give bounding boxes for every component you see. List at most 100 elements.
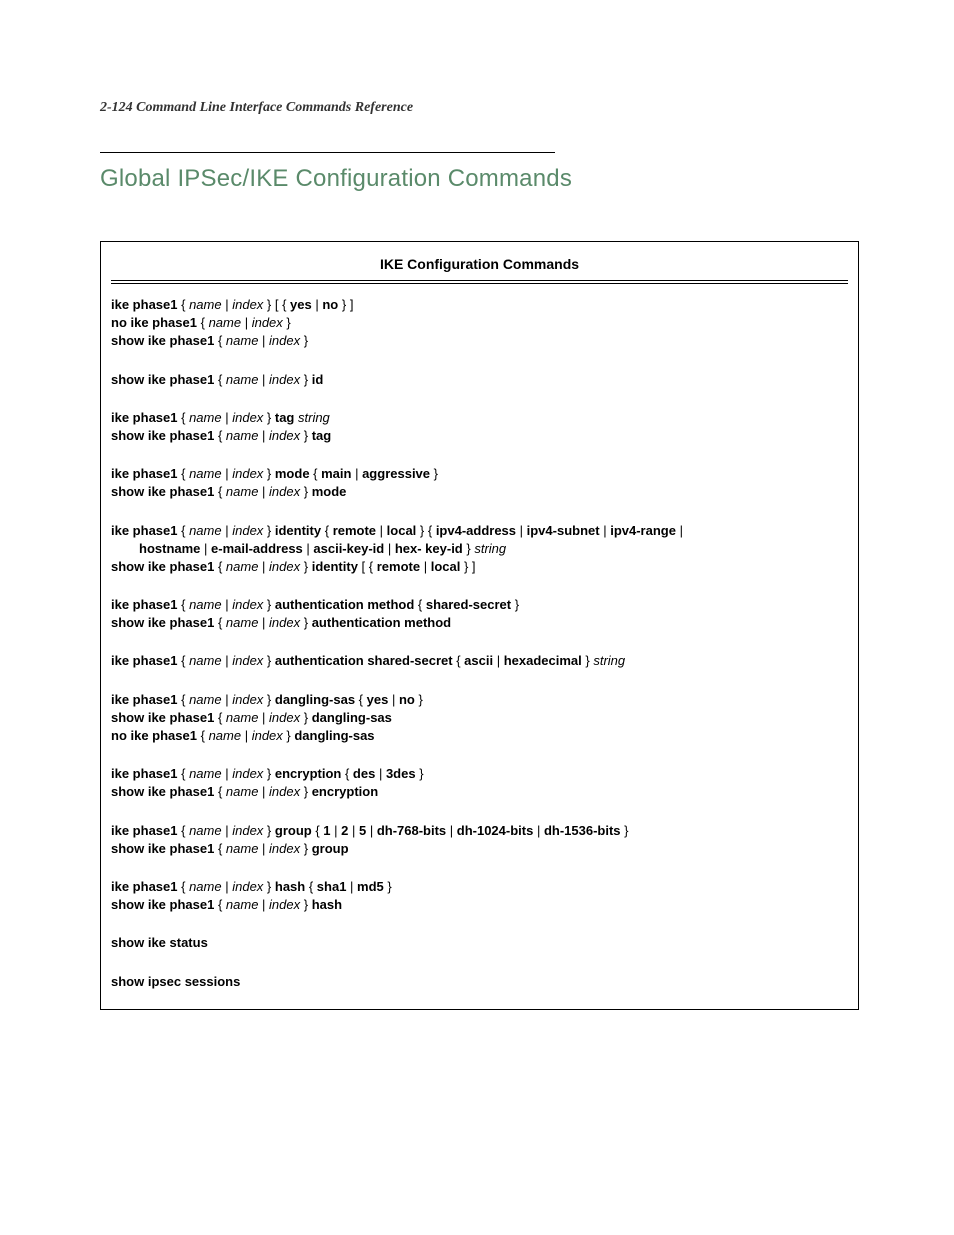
variable: name	[209, 728, 242, 743]
blocks-container: ike phase1 { name | index } [ { yes | no…	[111, 296, 848, 991]
text: } {	[416, 523, 436, 538]
text: {	[312, 823, 324, 838]
keyword: ike phase1	[111, 410, 178, 425]
variable: name	[226, 897, 259, 912]
text: }	[300, 897, 312, 912]
text: {	[197, 728, 209, 743]
text: |	[346, 879, 357, 894]
command-block: ike phase1 { name | index } encryption {…	[111, 765, 848, 801]
commands-box: IKE Configuration Commands ike phase1 { …	[100, 241, 859, 1010]
command-block: ike phase1 { name | index } dangling-sas…	[111, 691, 848, 746]
text: }	[263, 692, 275, 707]
text: {	[214, 428, 226, 443]
text: {	[341, 766, 353, 781]
command-line: show ike phase1 { name | index } mode	[111, 483, 848, 501]
command-block: ike phase1 { name | index } [ { yes | no…	[111, 296, 848, 351]
text: {	[214, 333, 226, 348]
text: |	[258, 841, 269, 856]
text: |	[222, 823, 233, 838]
text: |	[222, 692, 233, 707]
text: }	[300, 710, 312, 725]
text: |	[241, 315, 252, 330]
text: }	[300, 372, 312, 387]
variable: name	[189, 653, 222, 668]
section-title: Global IPSec/IKE Configuration Commands	[100, 165, 859, 193]
variable: string	[298, 410, 330, 425]
text: {	[214, 615, 226, 630]
command-line: show ike phase1 { name | index } encrypt…	[111, 783, 848, 801]
variable: index	[232, 823, 263, 838]
page-header: 2-124 Command Line Interface Commands Re…	[100, 100, 859, 116]
text: |	[348, 823, 359, 838]
text: {	[305, 879, 317, 894]
keyword: ipv4-range	[610, 523, 676, 538]
command-line: ike phase1 { name | index } identity { r…	[111, 522, 848, 540]
keyword: show ike phase1	[111, 897, 214, 912]
text: |	[222, 766, 233, 781]
keyword: ike phase1	[111, 823, 178, 838]
variable: index	[232, 597, 263, 612]
text: |	[258, 484, 269, 499]
keyword: show ike phase1	[111, 484, 214, 499]
variable: index	[252, 728, 283, 743]
keyword: id	[312, 372, 324, 387]
keyword: show ike phase1	[111, 372, 214, 387]
text: |	[376, 523, 387, 538]
variable: index	[232, 879, 263, 894]
text: }	[582, 653, 594, 668]
text: }	[300, 428, 312, 443]
text: {	[178, 766, 190, 781]
keyword: remote	[333, 523, 376, 538]
keyword: dh-1536-bits	[544, 823, 621, 838]
variable: index	[232, 410, 263, 425]
variable: name	[209, 315, 242, 330]
text: |	[258, 372, 269, 387]
text: }	[300, 615, 312, 630]
command-block: show ike phase1 { name | index } id	[111, 371, 848, 389]
text: |	[676, 523, 683, 538]
keyword: show ike status	[111, 935, 208, 950]
keyword: main	[321, 466, 351, 481]
command-line: no ike phase1 { name | index }	[111, 314, 848, 332]
keyword: show ike phase1	[111, 559, 214, 574]
command-line: show ike phase1 { name | index } tag	[111, 427, 848, 445]
keyword: dangling-sas	[312, 710, 392, 725]
command-block: ike phase1 { name | index } identity { r…	[111, 522, 848, 577]
text: }	[263, 410, 275, 425]
text: |	[258, 559, 269, 574]
keyword: no	[322, 297, 338, 312]
keyword: encryption	[312, 784, 378, 799]
keyword: show ipsec sessions	[111, 974, 240, 989]
command-line: show ike phase1 { name | index } authent…	[111, 614, 848, 632]
keyword: ascii-key-id	[313, 541, 384, 556]
text: |	[258, 428, 269, 443]
command-block: ike phase1 { name | index } hash { sha1 …	[111, 878, 848, 914]
text: } ]	[338, 297, 353, 312]
text: }	[300, 484, 312, 499]
keyword: yes	[290, 297, 312, 312]
text: }	[430, 466, 438, 481]
text: }	[263, 823, 275, 838]
command-block: ike phase1 { name | index } group { 1 | …	[111, 822, 848, 858]
variable: name	[226, 372, 259, 387]
command-line: show ipsec sessions	[111, 973, 848, 991]
text: {	[310, 466, 322, 481]
text: {	[178, 692, 190, 707]
box-title: IKE Configuration Commands	[111, 256, 848, 272]
text: {	[214, 710, 226, 725]
variable: name	[189, 523, 222, 538]
variable: index	[269, 710, 300, 725]
keyword: dh-1024-bits	[457, 823, 534, 838]
keyword: ascii	[464, 653, 493, 668]
variable: index	[269, 841, 300, 856]
variable: name	[189, 297, 222, 312]
text: |	[222, 410, 233, 425]
keyword: encryption	[275, 766, 341, 781]
document-page: 2-124 Command Line Interface Commands Re…	[0, 0, 954, 1070]
variable: index	[232, 692, 263, 707]
keyword: remote	[377, 559, 420, 574]
text: }	[263, 766, 275, 781]
text: }	[300, 333, 308, 348]
command-block: ike phase1 { name | index } authenticati…	[111, 652, 848, 670]
text: {	[178, 653, 190, 668]
